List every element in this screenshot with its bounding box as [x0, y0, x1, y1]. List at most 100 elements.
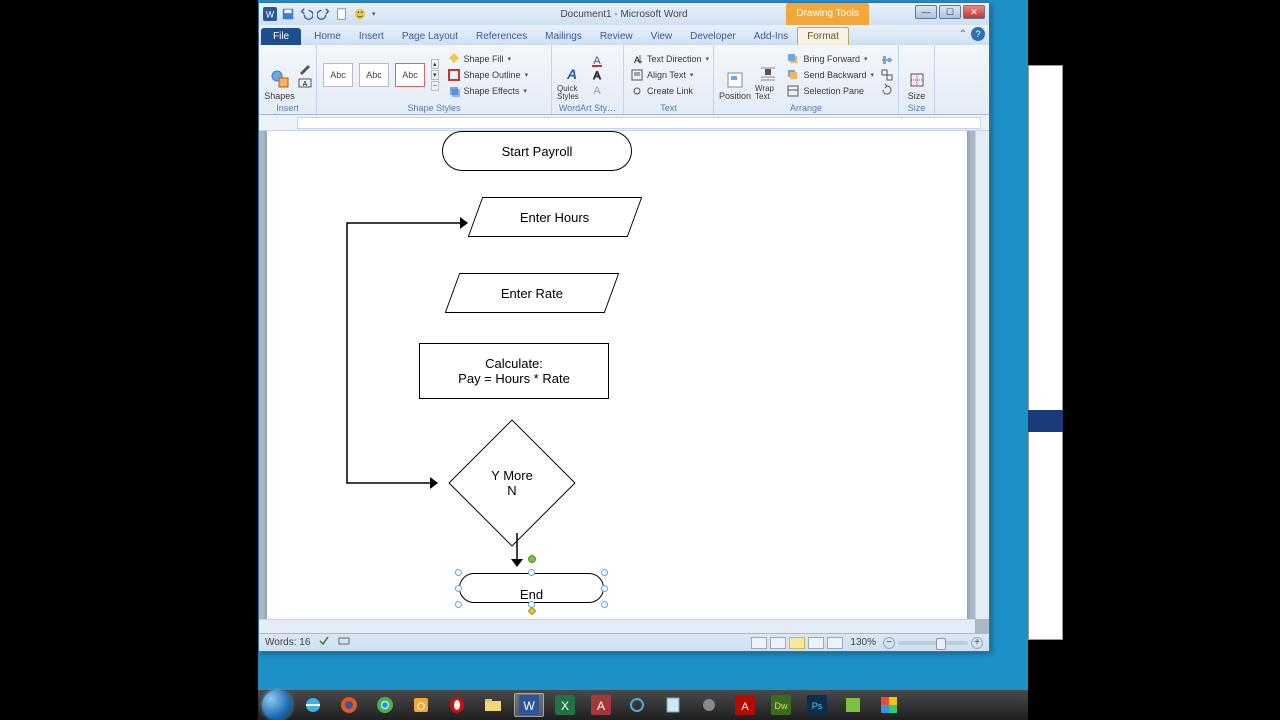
tab-page-layout[interactable]: Page Layout	[393, 28, 467, 45]
text-effects-icon[interactable]: A	[590, 83, 604, 97]
taskbar-firefox[interactable]	[334, 693, 364, 717]
redo-icon[interactable]	[317, 7, 331, 21]
emoji-icon[interactable]	[353, 7, 367, 21]
start-button[interactable]	[262, 690, 292, 720]
save-icon[interactable]	[281, 7, 295, 21]
taskbar-explorer[interactable]	[478, 693, 508, 717]
zoom-in-button[interactable]: +	[971, 637, 983, 649]
shape-style-3[interactable]: Abc	[395, 63, 425, 87]
taskbar-photoshop[interactable]: Ps	[802, 693, 832, 717]
selection-handle-e[interactable]	[601, 585, 608, 592]
zoom-out-button[interactable]: −	[883, 637, 895, 649]
selection-pane-button[interactable]: Selection Pane	[784, 83, 876, 99]
tab-insert[interactable]: Insert	[350, 28, 393, 45]
maximize-button[interactable]: ☐	[939, 5, 961, 19]
selection-handle-sw[interactable]	[455, 601, 462, 608]
shape-effects-button[interactable]: Shape Effects▾	[445, 83, 531, 99]
tab-references[interactable]: References	[467, 28, 536, 45]
taskbar-app-generic-3[interactable]	[838, 693, 868, 717]
minimize-ribbon-icon[interactable]: ⌃	[959, 29, 967, 40]
quick-styles-button[interactable]: A Quick Styles	[556, 47, 588, 103]
bring-forward-button[interactable]: Bring Forward▾	[784, 51, 876, 67]
flowchart-input-hours[interactable]: Enter Hours	[468, 197, 643, 237]
taskbar-chrome[interactable]	[370, 693, 400, 717]
adjustment-handle[interactable]	[528, 607, 536, 615]
help-icon[interactable]: ?	[971, 27, 985, 41]
new-doc-icon[interactable]	[335, 7, 349, 21]
taskbar-access[interactable]: A	[586, 693, 616, 717]
qat-dropdown-icon[interactable]: ▾	[372, 10, 376, 18]
shape-style-1[interactable]: Abc	[323, 63, 353, 87]
vertical-scrollbar[interactable]	[975, 131, 989, 619]
rotation-handle[interactable]	[528, 555, 536, 563]
wrap-text-button[interactable]: Wrap Text	[754, 47, 782, 103]
style-gallery-down[interactable]: ▾	[431, 70, 439, 80]
shape-fill-button[interactable]: Shape Fill▾	[445, 51, 531, 67]
flowchart-loop-arrow[interactable]	[342, 217, 472, 497]
document-page[interactable]: Start Payroll Enter Hours Enter Rate Cal…	[267, 131, 967, 633]
view-full-screen[interactable]	[770, 637, 786, 649]
taskbar-notepad[interactable]	[658, 693, 688, 717]
position-button[interactable]: Position	[718, 47, 752, 103]
taskbar-opera[interactable]	[442, 693, 472, 717]
view-outline[interactable]	[808, 637, 824, 649]
close-button[interactable]: ✕	[963, 5, 985, 19]
size-button[interactable]: Size	[903, 47, 930, 103]
zoom-slider[interactable]	[898, 641, 968, 645]
selection-handle-nw[interactable]	[455, 569, 462, 576]
taskbar-adobe-reader[interactable]: A	[730, 693, 760, 717]
tab-home[interactable]: Home	[305, 28, 350, 45]
view-web-layout[interactable]	[789, 637, 805, 649]
taskbar-outlook[interactable]: O	[406, 693, 436, 717]
proofing-icon[interactable]	[318, 635, 330, 650]
tab-mailings[interactable]: Mailings	[536, 28, 591, 45]
group-objects-icon[interactable]	[880, 68, 894, 82]
align-text-button[interactable]: Align Text▾	[628, 67, 711, 83]
taskbar-app-generic-1[interactable]	[622, 693, 652, 717]
style-gallery-up[interactable]: ▴	[431, 59, 439, 69]
selection-handle-w[interactable]	[455, 585, 462, 592]
text-direction-button[interactable]: AText Direction▾	[628, 51, 711, 67]
taskbar-app-generic-4[interactable]	[874, 693, 904, 717]
shape-outline-button[interactable]: Shape Outline▾	[445, 67, 531, 83]
selection-handle-n[interactable]	[528, 569, 535, 576]
taskbar-dreamweaver[interactable]: Dw	[766, 693, 796, 717]
align-objects-icon[interactable]	[880, 53, 894, 67]
shape-style-2[interactable]: Abc	[359, 63, 389, 87]
selection-handle-se[interactable]	[601, 601, 608, 608]
flowchart-end-terminator[interactable]: End	[459, 573, 604, 603]
tab-addins[interactable]: Add-Ins	[745, 28, 797, 45]
text-box-icon[interactable]: A	[298, 76, 312, 90]
windows-taskbar[interactable]: O W X A A Dw Ps	[258, 690, 1028, 720]
shapes-gallery-button[interactable]: Shapes	[263, 47, 296, 103]
text-fill-icon[interactable]: A	[590, 53, 604, 67]
taskbar-app-generic-2[interactable]	[694, 693, 724, 717]
tab-view[interactable]: View	[642, 28, 682, 45]
minimize-button[interactable]: —	[915, 5, 937, 19]
send-backward-button[interactable]: Send Backward▾	[784, 67, 876, 83]
tab-review[interactable]: Review	[591, 28, 642, 45]
taskbar-excel[interactable]: X	[550, 693, 580, 717]
rotate-objects-icon[interactable]	[880, 83, 894, 97]
title-bar[interactable]: W ▾ Document1 - Microsoft Word Drawing T…	[259, 3, 989, 25]
edit-shape-icon[interactable]	[298, 61, 312, 75]
view-draft[interactable]	[827, 637, 843, 649]
horizontal-scrollbar[interactable]	[259, 619, 975, 633]
tab-format[interactable]: Format	[797, 27, 849, 45]
horizontal-ruler[interactable]	[259, 115, 989, 131]
text-outline-icon[interactable]: A	[590, 68, 604, 82]
create-link-button[interactable]: Create Link	[628, 83, 711, 99]
tab-developer[interactable]: Developer	[681, 28, 745, 45]
zoom-level[interactable]: 130%	[850, 637, 876, 648]
tab-file[interactable]: File	[261, 28, 301, 45]
flowchart-down-arrow[interactable]	[507, 533, 527, 573]
selection-handle-ne[interactable]	[601, 569, 608, 576]
style-gallery-more[interactable]: ⎯	[431, 81, 439, 91]
view-print-layout[interactable]	[751, 637, 767, 649]
undo-icon[interactable]	[299, 7, 313, 21]
flowchart-start-terminator[interactable]: Start Payroll	[442, 131, 632, 171]
word-count[interactable]: Words: 16	[265, 637, 310, 648]
macro-icon[interactable]	[338, 635, 350, 650]
taskbar-ie[interactable]	[298, 693, 328, 717]
taskbar-word[interactable]: W	[514, 693, 544, 717]
